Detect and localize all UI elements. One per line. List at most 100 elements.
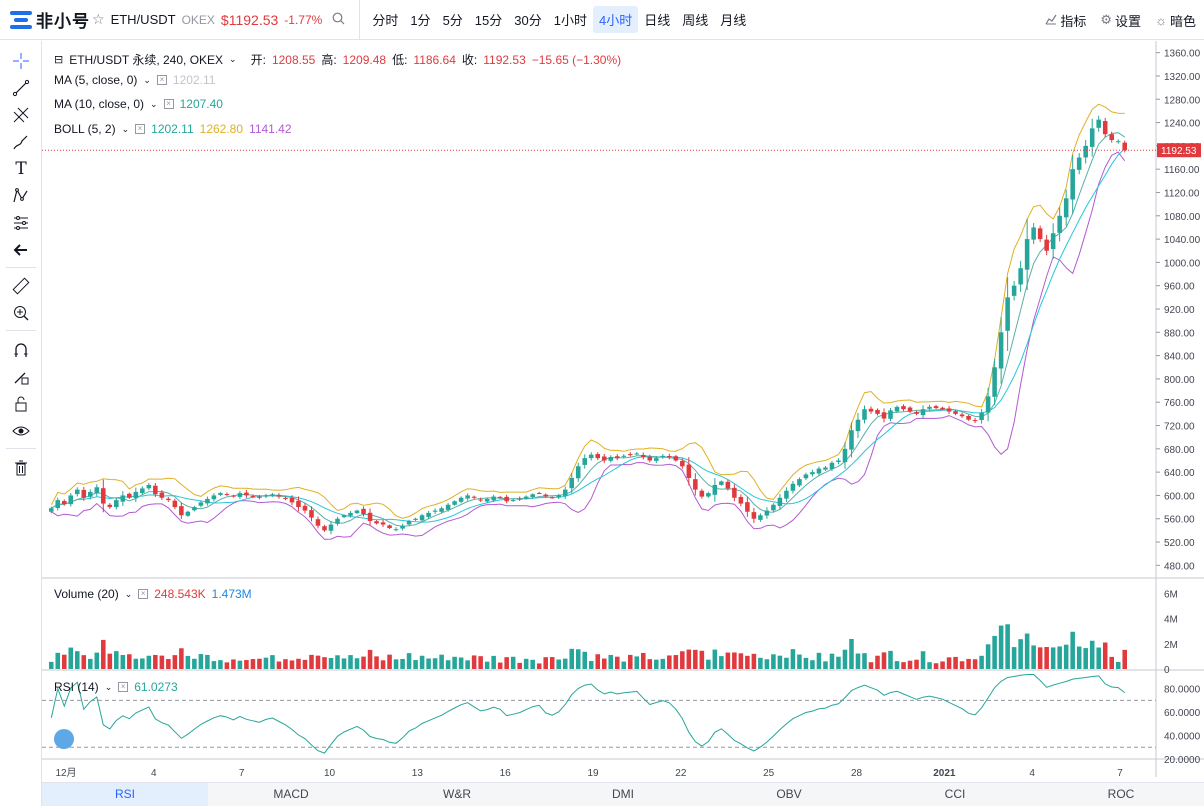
candle-body [1083, 145, 1088, 158]
main-title[interactable]: ETH/USDT 永续, 240, OKEX [69, 51, 223, 68]
volume-bar [387, 654, 392, 669]
toolbar-divider [6, 448, 36, 449]
interval-8[interactable]: 周线 [676, 6, 714, 33]
volume-bar [335, 655, 340, 669]
chevron-down-icon[interactable]: ⌄ [105, 682, 113, 693]
candle-body [1057, 215, 1062, 233]
boll-lower-value: 1141.42 [249, 122, 292, 136]
candle-body [627, 454, 633, 456]
tab-dmi[interactable]: DMI [540, 783, 706, 806]
candle-body [543, 494, 548, 497]
settings-button[interactable]: ⚙ 设置 [1100, 11, 1141, 30]
tab-wr[interactable]: W&R [374, 783, 540, 806]
lock-icon[interactable] [9, 392, 33, 416]
candle-body [979, 412, 984, 421]
cloud-badge-icon [54, 729, 74, 749]
volume-bar [601, 658, 607, 669]
candle-body [654, 458, 659, 461]
chevron-down-icon[interactable]: ⌄ [122, 124, 130, 135]
collapse-icon[interactable]: ⊟ [54, 53, 63, 66]
candle-body [608, 456, 614, 461]
magnet-icon[interactable] [9, 338, 33, 362]
interval-6[interactable]: 4小时 [592, 6, 639, 33]
candle-body [725, 481, 731, 489]
close-icon[interactable]: × [163, 99, 174, 109]
theme-toggle-button[interactable]: ☼ 暗色 [1155, 11, 1196, 30]
interval-9[interactable]: 月线 [714, 6, 752, 33]
candle-body [719, 481, 724, 485]
interval-5[interactable]: 1小时 [548, 6, 593, 33]
favorite-star-icon[interactable]: ☆ [92, 11, 105, 28]
candle-body [894, 406, 900, 412]
fib-tool-icon[interactable] [9, 103, 33, 127]
price-tick-label: 960.00 [1164, 282, 1195, 293]
candle-body [588, 454, 594, 459]
rsi-label[interactable]: RSI (14) [54, 680, 99, 694]
search-icon[interactable] [332, 12, 345, 28]
price-chart-svg[interactable]: 1360.001320.001280.001240.001200.001160.… [42, 41, 1204, 777]
volume-bar [1109, 656, 1114, 669]
zoom-in-icon[interactable] [9, 301, 33, 325]
trash-icon[interactable] [9, 456, 33, 480]
ma5-label[interactable]: MA (5, close, 0) [54, 73, 137, 87]
tab-obv[interactable]: OBV [706, 783, 872, 806]
time-tick-label: 19 [587, 768, 599, 777]
brush-icon[interactable] [9, 130, 33, 154]
price-tick-label: 880.00 [1164, 328, 1195, 339]
volume-label[interactable]: Volume (20) [54, 587, 119, 601]
volume-bar [101, 639, 106, 669]
close-icon[interactable]: × [118, 682, 129, 692]
volume-bar [732, 652, 737, 669]
ruler-icon[interactable] [9, 274, 33, 298]
candle-body [497, 496, 503, 498]
symbol-name[interactable]: ETH/USDT [111, 12, 176, 27]
interval-2[interactable]: 5分 [437, 6, 469, 33]
crosshair-icon[interactable] [9, 49, 33, 73]
price-tick-label: 920.00 [1164, 305, 1195, 316]
price-tick-label: 640.00 [1164, 468, 1195, 479]
interval-1[interactable]: 1分 [404, 6, 436, 33]
indicators-button[interactable]: 指标 [1045, 11, 1086, 30]
arrow-left-icon[interactable] [9, 238, 33, 262]
eye-icon[interactable] [9, 419, 33, 443]
candle-body [504, 496, 509, 502]
chevron-down-icon[interactable]: ⌄ [150, 99, 158, 110]
candle-body [1005, 297, 1010, 331]
candle-body [842, 448, 848, 463]
candle-body [341, 515, 347, 518]
tab-roc[interactable]: ROC [1038, 783, 1204, 806]
tab-cci[interactable]: CCI [872, 783, 1038, 806]
tab-rsi[interactable]: RSI [42, 783, 208, 806]
chevron-down-icon[interactable]: ⌄ [125, 589, 133, 600]
time-tick-label: 4 [151, 768, 157, 777]
boll-label[interactable]: BOLL (5, 2) [54, 122, 116, 136]
gear-icon: ⚙ [1100, 12, 1113, 27]
chevron-down-icon[interactable]: ⌄ [143, 75, 151, 86]
text-tool-icon[interactable]: T [9, 157, 33, 181]
candle-body [927, 406, 932, 409]
chevron-down-icon[interactable]: ⌄ [229, 54, 237, 65]
interval-4[interactable]: 30分 [508, 6, 547, 33]
close-label: 收: [461, 53, 478, 67]
tab-macd[interactable]: MACD [208, 783, 374, 806]
ma10-label[interactable]: MA (10, close, 0) [54, 97, 144, 111]
chart-area[interactable]: 1360.001320.001280.001240.001200.001160.… [42, 41, 1204, 806]
candle-body [875, 409, 880, 414]
close-icon[interactable]: × [138, 589, 149, 599]
volume-bar [706, 659, 711, 669]
lock-drawing-icon[interactable] [9, 365, 33, 389]
logo[interactable]: 非小号 [0, 7, 92, 32]
prediction-tool-icon[interactable] [9, 211, 33, 235]
trend-line-icon[interactable] [9, 76, 33, 100]
interval-3[interactable]: 15分 [469, 6, 508, 33]
interval-0[interactable]: 分时 [366, 6, 404, 33]
pattern-tool-icon[interactable] [9, 184, 33, 208]
volume-bar [907, 660, 913, 669]
interval-7[interactable]: 日线 [638, 6, 676, 33]
candle-body [133, 491, 139, 498]
candle-body [328, 524, 334, 531]
candle-body [380, 522, 386, 525]
close-icon[interactable]: × [135, 124, 146, 134]
volume-bar [133, 658, 139, 669]
close-icon[interactable]: × [156, 75, 167, 85]
